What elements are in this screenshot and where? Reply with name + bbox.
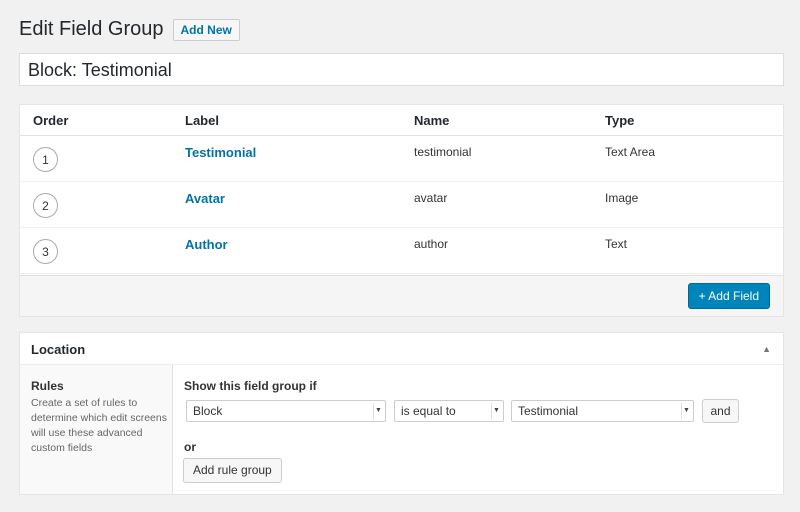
- column-header-name: Name: [414, 113, 450, 128]
- field-label-link[interactable]: Testimonial: [185, 145, 256, 160]
- rules-sidebar: Rules Create a set of rules to determine…: [20, 365, 173, 494]
- fields-footer: + Add Field: [20, 275, 783, 316]
- field-type: Text: [605, 237, 628, 251]
- show-if-label: Show this field group if: [184, 379, 317, 393]
- rule-value-select[interactable]: Testimonial ▼: [511, 400, 694, 422]
- rules-title: Rules: [31, 379, 64, 393]
- location-body: Rules Create a set of rules to determine…: [20, 365, 783, 494]
- rule-param-value: Block: [193, 404, 223, 418]
- location-title: Location: [31, 342, 86, 357]
- add-field-button[interactable]: + Add Field: [687, 283, 770, 309]
- rule-operator-select[interactable]: is equal to ▼: [394, 400, 504, 422]
- location-panel: Location ▲ Rules Create a set of rules t…: [19, 332, 784, 495]
- field-row-testimonial[interactable]: 1 Testimonial testimonial Text Area: [20, 136, 783, 182]
- add-new-button[interactable]: Add New: [172, 18, 240, 41]
- field-name: testimonial: [414, 145, 472, 159]
- field-order-handle[interactable]: 1: [33, 147, 58, 172]
- rule-value-value: Testimonial: [518, 404, 579, 418]
- add-rule-group-button[interactable]: Add rule group: [183, 458, 282, 483]
- field-label-link[interactable]: Author: [185, 237, 228, 252]
- location-panel-header[interactable]: Location ▲: [20, 333, 783, 365]
- field-order-handle[interactable]: 3: [33, 239, 58, 264]
- rule-operator-value: is equal to: [401, 404, 456, 418]
- rules-description: Create a set of rules to determine which…: [31, 397, 167, 454]
- dropdown-caret-icon: ▼: [681, 403, 691, 419]
- or-label: or: [184, 440, 196, 454]
- column-header-order: Order: [33, 113, 69, 128]
- field-label-link[interactable]: Avatar: [185, 191, 225, 206]
- field-name: avatar: [414, 191, 448, 205]
- field-row-avatar[interactable]: 2 Avatar avatar Image: [20, 182, 783, 228]
- page-header: Edit Field Group Add New: [19, 18, 240, 41]
- collapse-arrow-icon[interactable]: ▲: [762, 344, 771, 354]
- rule-param-select[interactable]: Block ▼: [186, 400, 386, 422]
- field-order-handle[interactable]: 2: [33, 193, 58, 218]
- fields-panel: Order Label Name Type 1 Testimonial test…: [19, 104, 784, 317]
- column-header-type: Type: [605, 113, 635, 128]
- field-row-author[interactable]: 3 Author author Text: [20, 228, 783, 274]
- field-name: author: [414, 237, 449, 251]
- dropdown-caret-icon: ▼: [491, 403, 501, 419]
- field-type: Image: [605, 191, 639, 205]
- fields-table-header: Order Label Name Type: [20, 105, 783, 136]
- dropdown-caret-icon: ▼: [373, 403, 383, 419]
- and-rule-button[interactable]: and: [702, 399, 739, 423]
- field-type: Text Area: [605, 145, 656, 159]
- field-group-title-input[interactable]: Block: Testimonial: [19, 53, 784, 86]
- column-header-label: Label: [185, 113, 219, 128]
- rules-editor: Show this field group if Block ▼ is equa…: [173, 365, 783, 494]
- page-title: Edit Field Group: [19, 18, 164, 40]
